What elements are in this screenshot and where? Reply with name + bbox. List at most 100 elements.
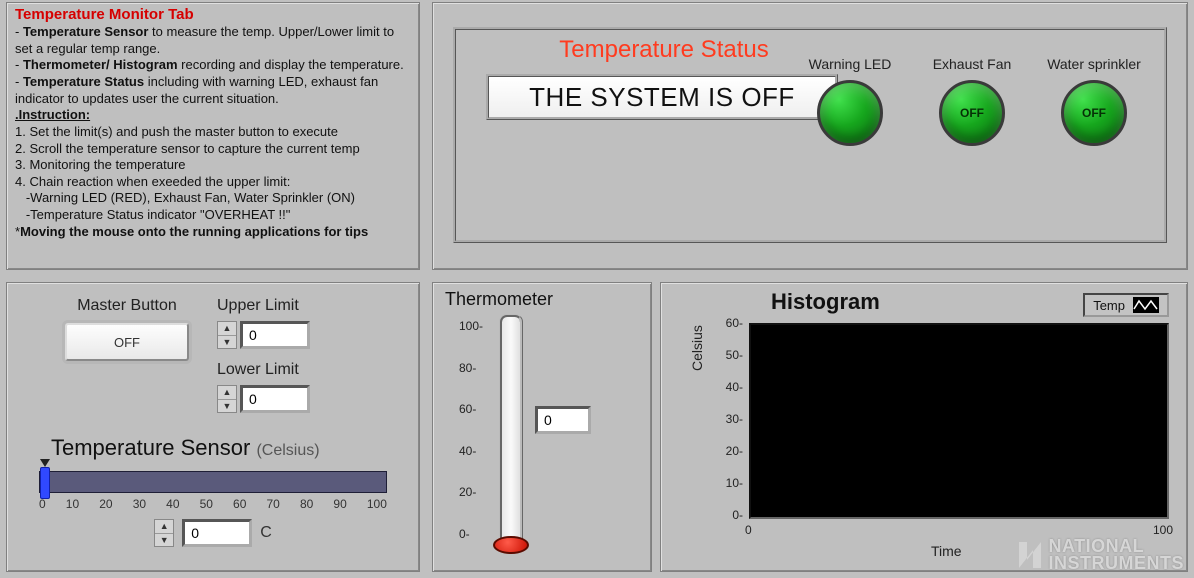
led-group: Warning LED Exhaust Fan OFF Water sprink…: [802, 56, 1142, 146]
led-item-warning: Warning LED: [802, 56, 898, 146]
legend-label: Temp: [1093, 298, 1125, 313]
tick: 70: [267, 497, 280, 511]
chevron-down-icon[interactable]: ▼: [155, 534, 173, 547]
lower-limit-spinner[interactable]: ▲▼: [217, 385, 237, 413]
thermometer-bulb-icon: [493, 536, 529, 554]
controls-panel: Master Button OFF Upper Limit ▲▼ Lower L…: [6, 282, 420, 572]
text-bold: Moving the mouse onto the running applic…: [20, 224, 368, 239]
sensor-unit-short: C: [260, 524, 272, 542]
water-sprinkler-led: OFF: [1061, 80, 1127, 146]
histogram-legend[interactable]: Temp: [1083, 293, 1169, 317]
led-label: Warning LED: [809, 56, 892, 72]
help-tip: *Moving the mouse onto the running appli…: [15, 224, 411, 241]
tick: 50-: [713, 349, 743, 361]
text-bold: Thermometer/ Histogram: [23, 57, 178, 72]
tick: 10: [66, 497, 79, 511]
upper-limit-input[interactable]: [240, 321, 310, 349]
help-step: 4. Chain reaction when exeeded the upper…: [15, 174, 411, 191]
tick: 20-: [713, 445, 743, 457]
tick: 0-: [459, 528, 483, 540]
tick: 90: [333, 497, 346, 511]
help-step: 2. Scroll the temperature sensor to capt…: [15, 141, 411, 158]
x-axis-label: Time: [931, 543, 962, 559]
thermometer-title: Thermometer: [445, 289, 639, 310]
slider-ticks: 0 10 20 30 40 50 60 70 80 90 100: [39, 497, 387, 511]
tick: 30-: [713, 413, 743, 425]
help-title: Temperature Monitor Tab: [15, 5, 411, 24]
tick: 40-: [459, 445, 483, 457]
tick: 40-: [713, 381, 743, 393]
tick: 40: [166, 497, 179, 511]
tick: 100-: [459, 320, 483, 332]
slider-track[interactable]: [39, 471, 387, 493]
tick: 80-: [459, 362, 483, 374]
national-instruments-watermark: NATIONAL INSTRUMENTS: [1017, 538, 1185, 572]
temperature-slider[interactable]: 0 10 20 30 40 50 60 70 80 90 100: [39, 471, 387, 511]
tick: 0: [39, 497, 46, 511]
slider-thumb[interactable]: [40, 467, 50, 499]
led-label: Water sprinkler: [1047, 56, 1141, 72]
sensor-title: Temperature Sensor (Celsius): [51, 435, 405, 461]
tick: 60-: [459, 403, 483, 415]
chevron-up-icon[interactable]: ▲: [218, 322, 236, 336]
warning-led: [817, 80, 883, 146]
chevron-down-icon[interactable]: ▼: [218, 336, 236, 349]
sensor-value-spinner[interactable]: ▲▼: [154, 519, 174, 547]
master-button[interactable]: OFF: [65, 323, 189, 361]
tick: 100: [367, 497, 387, 511]
lower-limit-label: Lower Limit: [217, 361, 310, 379]
status-indicator: THE SYSTEM IS OFF: [486, 74, 838, 120]
thermometer-readout: [535, 406, 591, 434]
help-step: 1. Set the limit(s) and push the master …: [15, 124, 411, 141]
text-bold: Temperature Sensor: [23, 24, 148, 39]
chevron-up-icon[interactable]: ▲: [218, 386, 236, 400]
help-step: 3. Monitoring the temperature: [15, 157, 411, 174]
text: -: [15, 57, 23, 72]
exhaust-fan-led: OFF: [939, 80, 1005, 146]
led-item-sprinkler: Water sprinkler OFF: [1046, 56, 1142, 146]
master-button-label: Master Button: [77, 297, 177, 315]
tick: 20: [99, 497, 112, 511]
text-bold: Temperature Status: [23, 74, 144, 89]
tick: 80: [300, 497, 313, 511]
status-inner: Temperature Status THE SYSTEM IS OFF War…: [453, 27, 1167, 243]
tick: 10-: [713, 477, 743, 489]
help-substep: -Warning LED (RED), Exhaust Fan, Water S…: [15, 190, 411, 207]
tick: 60: [233, 497, 246, 511]
slider-pointer-icon: [40, 459, 50, 467]
tick: 0: [745, 523, 752, 537]
thermometer-column: [499, 314, 523, 546]
histogram-panel: Histogram Temp Celsius 60- 50- 40- 30- 2…: [660, 282, 1188, 572]
y-axis-label: Celsius: [689, 325, 705, 371]
tick: 50: [200, 497, 213, 511]
help-line: - Temperature Sensor to measure the temp…: [15, 24, 411, 57]
thermometer-body: 100- 80- 60- 40- 20- 0-: [459, 314, 639, 554]
tick: 20-: [459, 486, 483, 498]
text-heading: .Instruction:: [15, 107, 90, 122]
tick: 30: [133, 497, 146, 511]
tick: 0-: [713, 509, 743, 521]
thermometer-panel: Thermometer 100- 80- 60- 40- 20- 0-: [432, 282, 652, 572]
x-axis-ticks: 0 100: [745, 523, 1173, 537]
ni-logo-icon: [1017, 540, 1043, 570]
help-instruction-heading: .Instruction:: [15, 107, 411, 124]
help-panel: Temperature Monitor Tab - Temperature Se…: [6, 2, 420, 270]
lower-limit-input[interactable]: [240, 385, 310, 413]
status-title: Temperature Status: [494, 36, 834, 64]
waveform-icon: [1133, 297, 1159, 313]
text: Temperature Sensor: [51, 435, 250, 460]
text: -: [15, 24, 23, 39]
tick: 60-: [713, 317, 743, 329]
y-axis-ticks: 60- 50- 40- 30- 20- 10- 0-: [713, 317, 743, 521]
led-item-exhaust: Exhaust Fan OFF: [924, 56, 1020, 146]
upper-limit-spinner[interactable]: ▲▼: [217, 321, 237, 349]
text: INSTRUMENTS: [1049, 555, 1185, 572]
help-substep: -Temperature Status indicator "OVERHEAT …: [15, 207, 411, 224]
histogram-plot[interactable]: [749, 323, 1169, 519]
sensor-unit: (Celsius): [256, 442, 319, 459]
chevron-up-icon[interactable]: ▲: [155, 520, 173, 534]
thermometer-ticks: 100- 80- 60- 40- 20- 0-: [459, 320, 483, 540]
tick: 100: [1153, 523, 1173, 537]
chevron-down-icon[interactable]: ▼: [218, 400, 236, 413]
sensor-value-input[interactable]: [182, 519, 252, 547]
